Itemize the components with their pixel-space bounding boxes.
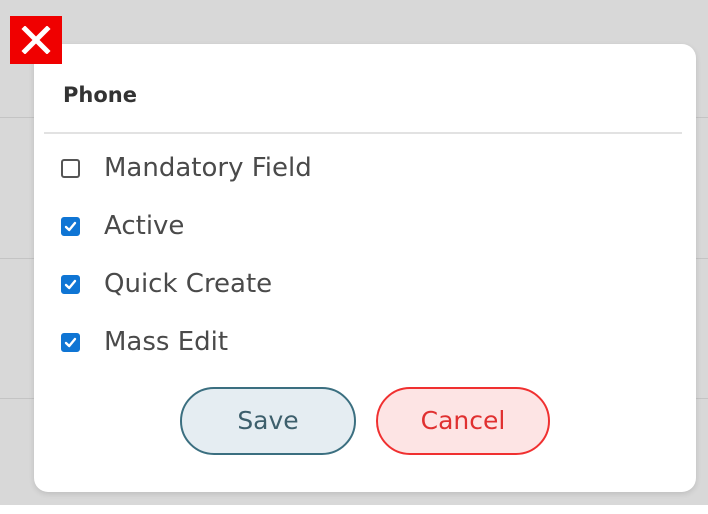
option-quick-create[interactable]: Quick Create — [61, 266, 481, 302]
field-settings-dialog: Phone Mandatory Field Active Quick Creat… — [34, 44, 696, 492]
option-active[interactable]: Active — [61, 208, 481, 244]
active-checkbox[interactable] — [61, 216, 80, 236]
option-label: Mass Edit — [104, 327, 229, 357]
close-button[interactable] — [10, 16, 62, 64]
backdrop-bottom-edge — [0, 505, 708, 514]
option-label: Active — [104, 211, 185, 241]
checkmark-icon — [64, 279, 77, 289]
mass-edit-checkbox[interactable] — [61, 332, 80, 352]
option-mass-edit[interactable]: Mass Edit — [61, 324, 481, 360]
dialog-title: Phone — [63, 83, 137, 107]
quick-create-checkbox[interactable] — [61, 274, 80, 294]
option-mandatory-field[interactable]: Mandatory Field — [61, 150, 481, 186]
title-divider — [44, 132, 682, 134]
checkmark-icon — [64, 337, 77, 347]
checkmark-icon — [64, 221, 77, 231]
option-label: Mandatory Field — [104, 153, 312, 183]
save-button[interactable]: Save — [180, 387, 356, 455]
cancel-button[interactable]: Cancel — [376, 387, 550, 455]
close-icon — [21, 26, 51, 54]
mandatory-field-checkbox[interactable] — [61, 158, 80, 178]
option-label: Quick Create — [104, 269, 273, 299]
